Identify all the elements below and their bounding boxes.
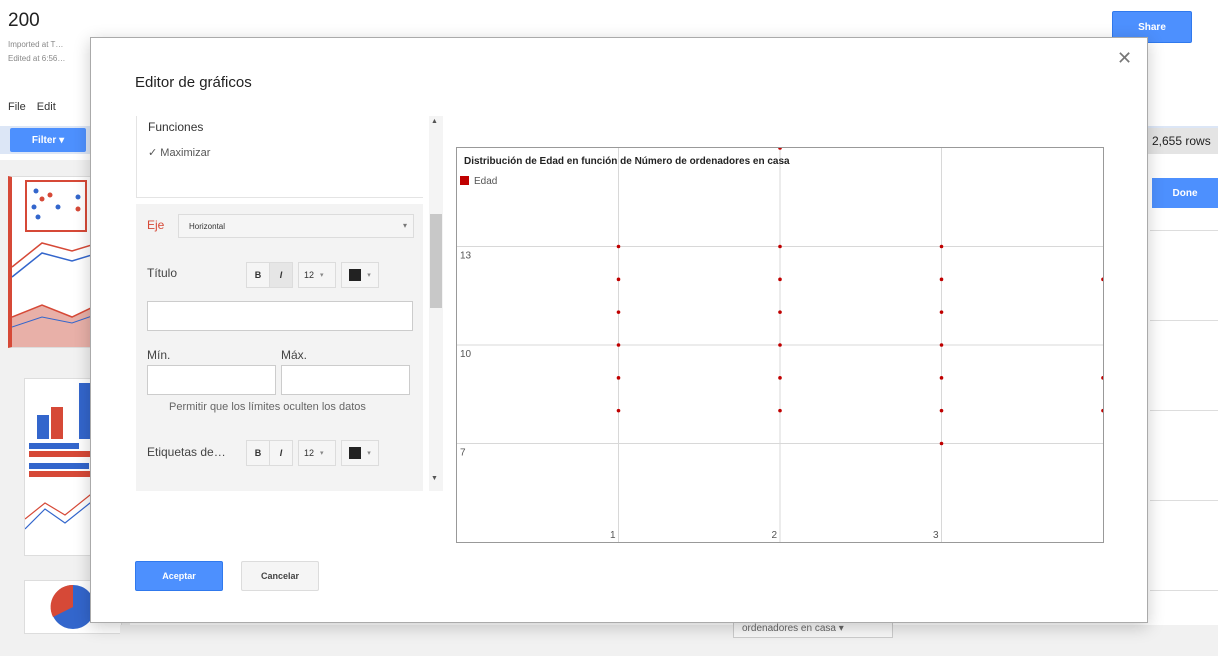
dialog-title: Editor de gráficos	[135, 74, 252, 91]
data-point	[1101, 376, 1103, 380]
data-point	[616, 376, 621, 380]
filter-label: Filter	[31, 134, 57, 146]
menu-edit[interactable]: Edit	[37, 101, 56, 113]
bold-button[interactable]: B	[246, 262, 270, 288]
x-tick-label: 2	[771, 530, 777, 541]
functions-title: Funciones	[148, 120, 204, 134]
data-point	[778, 277, 782, 282]
accept-button[interactable]: Aceptar	[135, 561, 223, 591]
data-point	[939, 277, 944, 282]
column-dropdown-label: ordenadores en casa	[742, 622, 836, 634]
labels-font-size-value: 12	[304, 448, 315, 458]
labels-label: Etiquetas de…	[147, 445, 226, 459]
labels-italic-button[interactable]: I	[269, 440, 293, 466]
edited-info: Edited at 6:56…	[8, 54, 66, 63]
axis-title-input[interactable]	[147, 301, 413, 331]
data-point	[778, 310, 782, 314]
functions-section: Funciones ✓ Maximizar	[136, 116, 423, 198]
data-point	[616, 244, 621, 249]
legend-label: Edad	[474, 176, 497, 187]
data-point	[939, 343, 944, 347]
data-point	[939, 310, 944, 314]
chevron-down-icon: ▾	[367, 272, 371, 279]
menu-bar: File Edit	[8, 101, 64, 113]
scrollbar-thumb[interactable]	[430, 214, 442, 308]
cancel-button[interactable]: Cancelar	[241, 561, 319, 591]
data-point	[616, 408, 621, 413]
min-label: Mín.	[147, 348, 171, 362]
maximize-label: Maximizar	[160, 147, 211, 159]
y-tick-label: 13	[460, 251, 472, 262]
axis-select-value: Horizontal	[189, 221, 226, 231]
title-format-toolbar: B I 12 ▾ ▾	[246, 262, 379, 288]
chart-preview: 1 2 3 13 10 7 Distribución de Edad en función …	[456, 147, 1104, 543]
chevron-down-icon: ▾	[320, 450, 324, 457]
scroll-down-icon[interactable]: ▼	[431, 475, 438, 482]
data-point	[778, 343, 782, 347]
data-point	[778, 244, 782, 249]
data-point	[616, 310, 621, 314]
legend-swatch	[460, 176, 469, 185]
labels-color-select[interactable]: ▾	[341, 440, 379, 466]
axis-select[interactable]: Horizontal ▾	[178, 214, 414, 238]
scroll-up-icon[interactable]: ▲	[431, 118, 438, 125]
axis-label: Eje	[147, 218, 165, 232]
chevron-down-icon: ▾	[367, 450, 371, 457]
axis-section: Eje Horizontal ▾ Título B I 12 ▾ ▾ Mín. Má…	[136, 204, 423, 491]
rows-count: 2,655 rows	[1148, 128, 1218, 154]
x-tick-label: 1	[610, 530, 616, 541]
font-size-select[interactable]: 12 ▾	[298, 262, 336, 288]
data-point	[1101, 408, 1103, 413]
data-point	[616, 277, 621, 282]
close-icon[interactable]: ✕	[1117, 48, 1132, 69]
italic-button[interactable]: I	[269, 262, 293, 288]
chart-editor-dialog: Editor de gráficos ✕ Funciones ✓ Maximiz…	[90, 37, 1148, 623]
font-size-value: 12	[304, 270, 315, 280]
data-point	[939, 244, 944, 249]
bottom-strip	[120, 625, 1218, 656]
color-swatch-icon	[349, 269, 362, 281]
settings-panel: Funciones ✓ Maximizar Eje Horizontal ▾ Tí…	[136, 116, 423, 491]
scatter-chart: 1 2 3 13 10 7 Distribución de Edad en función …	[457, 148, 1103, 542]
max-input[interactable]	[281, 365, 410, 395]
data-point	[778, 148, 782, 150]
filter-button[interactable]: Filter ▾	[10, 128, 86, 152]
text-color-select[interactable]: ▾	[341, 262, 379, 288]
data-point	[778, 376, 782, 380]
x-tick-label: 3	[933, 530, 939, 541]
data-point	[939, 408, 944, 413]
document-title: 200	[8, 10, 40, 31]
chevron-down-icon: ▾	[320, 272, 324, 279]
data-point	[1101, 277, 1103, 282]
imported-info: Imported at T…	[8, 40, 64, 49]
y-tick-label: 7	[460, 448, 466, 459]
min-input[interactable]	[147, 365, 276, 395]
labels-font-size-select[interactable]: 12 ▾	[298, 440, 336, 466]
max-label: Máx.	[281, 348, 308, 362]
clip-checkbox-label[interactable]: Permitir que los límites oculten los dat…	[169, 401, 366, 413]
labels-format-toolbar: B I 12 ▾ ▾	[246, 440, 379, 466]
chevron-down-icon: ▾	[402, 221, 407, 230]
menu-file[interactable]: File	[8, 101, 26, 113]
color-swatch-icon	[349, 447, 362, 459]
chart-title: Distribución de Edad en función de Númer…	[464, 156, 790, 167]
data-point	[616, 343, 621, 347]
labels-bold-button[interactable]: B	[246, 440, 270, 466]
data-point	[778, 408, 782, 413]
checkmark-icon: ✓	[148, 147, 158, 159]
y-tick-label: 10	[460, 349, 472, 360]
data-point	[939, 376, 944, 380]
done-button[interactable]: Done	[1152, 178, 1218, 208]
data-point	[939, 441, 944, 446]
title-label: Título	[147, 266, 178, 280]
maximize-checkbox[interactable]: ✓ Maximizar	[148, 146, 210, 159]
